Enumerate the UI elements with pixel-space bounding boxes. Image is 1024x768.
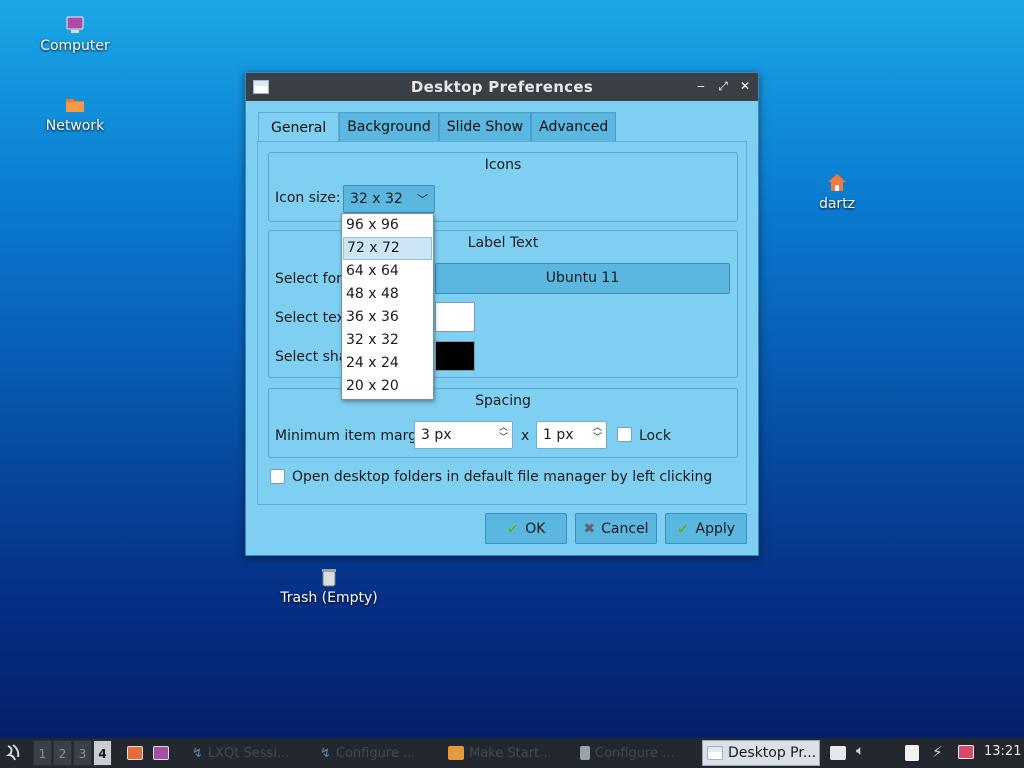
power-plug-icon[interactable]: ⚡︎ (932, 743, 943, 761)
workspace-1[interactable]: 1 (33, 740, 52, 766)
dropdown-option[interactable]: 36 x 36 (342, 306, 433, 329)
lxqt-icon: ↯ (192, 745, 203, 761)
folder-icon (66, 99, 84, 112)
margin-x-spinbox[interactable]: 3 px ︿ ﹀ (414, 421, 513, 449)
app-icon (580, 746, 590, 760)
lock-label: Lock (639, 428, 671, 444)
select-text-color-label: Select tex (275, 310, 345, 326)
desktop-icon-label: Trash (Empty) (280, 590, 378, 606)
label-text-group: Label Text Select fon Ubuntu 11 Select t… (268, 230, 738, 378)
checkmark-icon: ✔ (676, 519, 690, 538)
group-title: Icons (484, 157, 522, 173)
file-manager-launcher-icon[interactable] (127, 746, 143, 760)
trash-icon (322, 569, 336, 587)
checkmark-icon: ✔ (506, 519, 520, 538)
cancel-button[interactable]: ✖ Cancel (575, 513, 657, 544)
taskbar-app-lxqt-session[interactable]: ↯ LXQt Sessi... (192, 740, 289, 766)
taskbar-app-label: Configure ... (335, 745, 416, 761)
close-button[interactable]: ✕ (738, 78, 752, 94)
open-folders-label: Open desktop folders in default file man… (292, 469, 713, 485)
ok-label: OK (525, 520, 546, 537)
taskbar-app-label: Desktop Pr... (728, 745, 817, 761)
taskbar-app-label: Configure ... (595, 745, 675, 761)
dropdown-option[interactable]: 32 x 32 (342, 329, 433, 352)
text-color-swatch[interactable] (435, 302, 475, 332)
workspace-4[interactable]: 4 (93, 740, 112, 766)
maximize-button[interactable]: ⤢ (716, 78, 730, 94)
window-icon (253, 80, 269, 94)
dropdown-option-highlighted[interactable]: 72 x 72 (343, 237, 432, 260)
spin-arrows-icon[interactable]: ︿ ﹀ (593, 423, 602, 443)
window-title: Desktop Preferences (410, 78, 594, 96)
dropdown-option[interactable]: 20 x 20 (342, 375, 433, 398)
margin-y-spinbox[interactable]: 1 px ︿ ﹀ (536, 421, 607, 449)
lock-checkbox[interactable] (617, 427, 632, 442)
desktop-icon-dartz[interactable]: dartz (782, 172, 892, 212)
clock[interactable]: 13:21 (984, 744, 1021, 759)
lxqt-icon: ↯ (320, 745, 331, 761)
open-folders-checkbox[interactable] (270, 469, 285, 484)
home-icon (828, 174, 846, 191)
taskbar-app-configure[interactable]: ↯ Configure ... (320, 740, 415, 766)
app-icon (448, 746, 464, 760)
taskbar-app-label: Make Start... (469, 745, 552, 761)
group-title: Spacing (475, 393, 531, 409)
desktop-icon-label: Computer (40, 38, 110, 54)
title-bar[interactable]: Desktop Preferences ‒ ⤢ ✕ (246, 73, 758, 101)
clipboard-icon[interactable] (905, 745, 919, 761)
taskbar-app-make-start[interactable]: Make Start... (448, 740, 552, 766)
select-shadow-color-label: Select sha (275, 349, 348, 365)
icons-group: Icons Icon size: 32 x 32 ﹀ (268, 152, 738, 222)
tab-bar: General Background Slide Show Advanced (258, 112, 617, 142)
apply-label: Apply (695, 520, 736, 537)
window-icon (707, 746, 723, 760)
desktop-preferences-window: Desktop Preferences ‒ ⤢ ✕ General Backgr… (245, 72, 759, 556)
minimize-button[interactable]: ‒ (694, 78, 708, 94)
taskbar: 1 2 3 4 ↯ LXQt Sessi... ↯ Configure ... … (0, 738, 1024, 768)
tab-advanced[interactable]: Advanced (531, 112, 617, 142)
taskbar-app-desktop-preferences[interactable]: Desktop Pr... (702, 740, 820, 766)
dropdown-option[interactable]: 24 x 24 (342, 352, 433, 375)
icon-size-label: Icon size: (275, 190, 341, 206)
dropdown-option[interactable]: 64 x 64 (342, 260, 433, 283)
tab-slide-show[interactable]: Slide Show (438, 112, 532, 142)
browser-launcher-icon[interactable] (153, 746, 169, 760)
workspace-3[interactable]: 3 (73, 740, 92, 766)
margin-separator: x (521, 428, 530, 444)
taskbar-app-label: LXQt Sessi... (207, 745, 290, 761)
tab-background[interactable]: Background (339, 112, 439, 142)
apply-button[interactable]: ✔ Apply (665, 513, 747, 544)
computer-icon (66, 16, 84, 33)
tab-general[interactable]: General (258, 112, 340, 142)
ok-button[interactable]: ✔ OK (485, 513, 567, 544)
margin-y-value: 1 px (543, 427, 574, 443)
taskbar-app-configure-2[interactable]: Configure ... (580, 740, 675, 766)
icon-size-value: 32 x 32 (350, 191, 403, 207)
spacing-group: Spacing Minimum item margins: 3 px ︿ ﹀ x … (268, 388, 738, 458)
desktop-icon-label: Network (45, 118, 105, 134)
workspace-2[interactable]: 2 (53, 740, 72, 766)
shadow-color-swatch[interactable] (435, 341, 475, 371)
select-font-button[interactable]: Ubuntu 11 (435, 263, 730, 294)
desktop-icon-trash[interactable]: Trash (Empty) (274, 566, 384, 606)
group-title: Label Text (467, 235, 539, 251)
cancel-x-icon: ✖ (583, 520, 596, 537)
start-menu-icon[interactable] (4, 743, 24, 763)
margin-x-value: 3 px (421, 427, 452, 443)
volume-icon[interactable]: 🔈︎ (856, 743, 864, 759)
network-status-icon[interactable] (958, 745, 974, 759)
icon-size-combo[interactable]: 32 x 32 ﹀ (343, 185, 435, 213)
general-tab-panel: Icons Icon size: 32 x 32 ﹀ Label Text Se… (257, 141, 747, 505)
dropdown-option[interactable]: 96 x 96 (342, 214, 433, 237)
icon-size-dropdown: 96 x 96 72 x 72 64 x 64 48 x 48 36 x 36 … (341, 213, 434, 400)
removable-drive-icon[interactable] (830, 746, 846, 760)
desktop-icon-network[interactable]: Network (20, 94, 130, 134)
spin-arrows-icon[interactable]: ︿ ﹀ (499, 423, 508, 443)
dropdown-option[interactable]: 48 x 48 (342, 283, 433, 306)
desktop-icon-computer[interactable]: Computer (20, 14, 130, 54)
chevron-down-icon: ﹀ (417, 193, 428, 206)
desktop-icon-label: dartz (818, 196, 856, 212)
select-font-label: Select fon (275, 271, 346, 287)
cancel-label: Cancel (601, 520, 649, 537)
